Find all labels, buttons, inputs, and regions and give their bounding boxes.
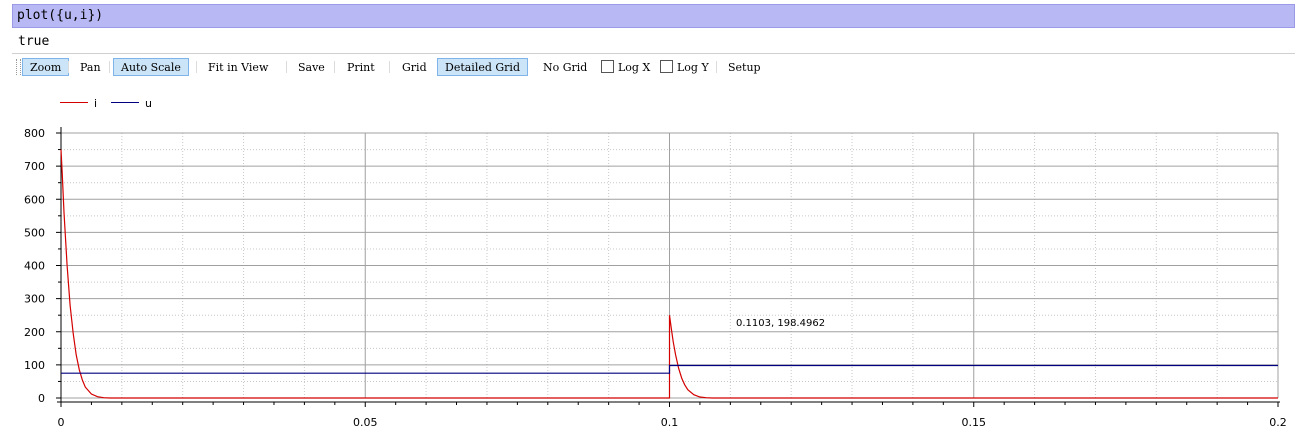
y-tick-label: 400 <box>24 260 45 273</box>
x-tick-label: 0.1 <box>661 416 679 429</box>
y-tick-label: 200 <box>24 326 45 339</box>
tick-labels: 0 0.05 0.1 0.15 0.2 0 100 200 300 400 500 600 700 800 <box>24 127 1287 429</box>
y-tick-label: 600 <box>24 193 45 206</box>
series-line-u <box>61 364 1278 374</box>
y-tick-label: 700 <box>24 160 45 173</box>
y-tick-label: 100 <box>24 359 45 372</box>
y-tick-label: 500 <box>24 226 45 239</box>
y-tick-label: 0 <box>38 392 45 405</box>
x-tick-label: 0 <box>58 416 65 429</box>
x-tick-label: 0.05 <box>353 416 378 429</box>
y-tick-label: 300 <box>24 293 45 306</box>
cursor-readout: 0.1103, 198.4962 <box>736 318 825 329</box>
y-tick-label: 800 <box>24 127 45 140</box>
x-tick-label: 0.2 <box>1269 416 1287 429</box>
x-tick-label: 0.15 <box>962 416 987 429</box>
plot-area[interactable]: 0 0.05 0.1 0.15 0.2 0 100 200 300 400 500 600 700 800… <box>0 0 1295 434</box>
